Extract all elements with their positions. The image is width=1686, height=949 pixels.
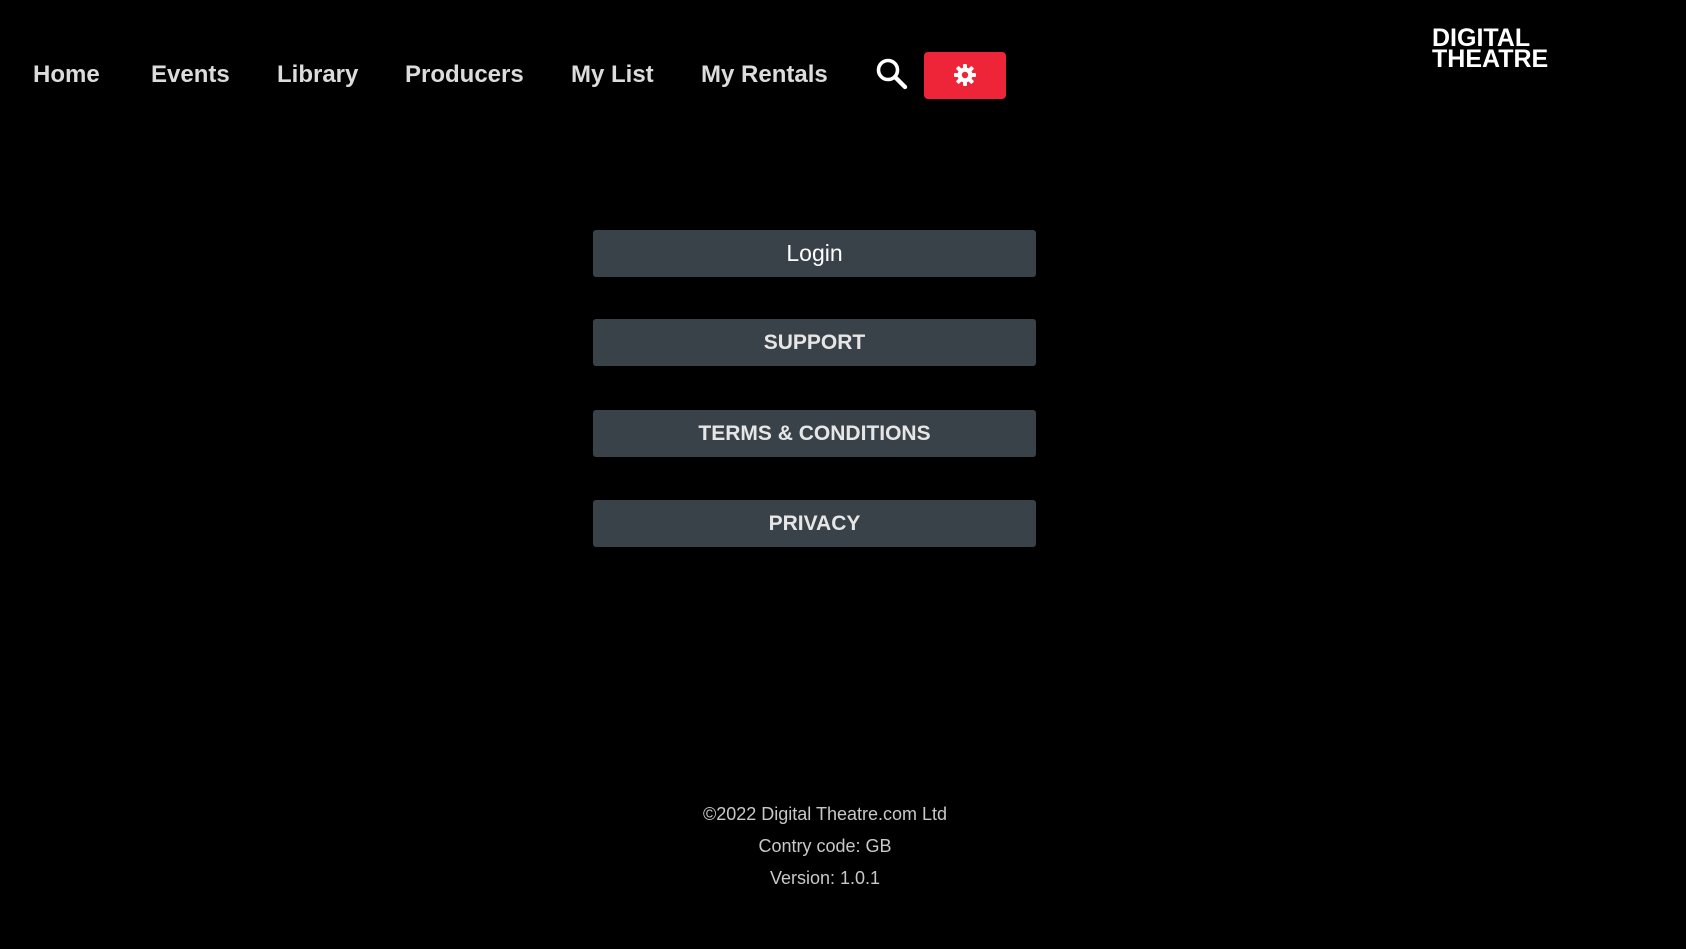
copyright-text: ©2022 Digital Theatre.com Ltd: [702, 804, 948, 824]
terms-conditions-button[interactable]: TERMS & CONDITIONS: [593, 410, 1036, 457]
nav-item-my-list[interactable]: My List: [571, 57, 654, 93]
settings-button[interactable]: [924, 52, 1006, 99]
footer: ©2022 Digital Theatre.com Ltd Contry cod…: [0, 798, 1650, 894]
nav-item-producers[interactable]: Producers: [405, 57, 524, 93]
digital-theatre-logo: DIGITAL THEATRE: [1432, 26, 1567, 73]
search-icon: [876, 58, 908, 90]
support-button[interactable]: SUPPORT: [593, 319, 1036, 366]
settings-screen: Home Events Library Producers My List My…: [0, 0, 1686, 949]
privacy-button[interactable]: PRIVACY: [593, 500, 1036, 547]
nav-item-my-rentals[interactable]: My Rentals: [701, 57, 828, 93]
nav-item-events[interactable]: Events: [151, 57, 230, 93]
top-navigation: Home Events Library Producers My List My…: [0, 0, 1686, 150]
login-button[interactable]: Login: [593, 230, 1036, 277]
nav-item-home[interactable]: Home: [33, 57, 100, 93]
logo-line-2: THEATRE: [1432, 45, 1549, 73]
country-code-text: Contry code: GB: [758, 836, 892, 856]
search-button[interactable]: [874, 56, 910, 92]
version-text: Version: 1.0.1: [769, 868, 881, 888]
nav-item-library[interactable]: Library: [277, 57, 358, 93]
gear-icon: [954, 64, 976, 86]
